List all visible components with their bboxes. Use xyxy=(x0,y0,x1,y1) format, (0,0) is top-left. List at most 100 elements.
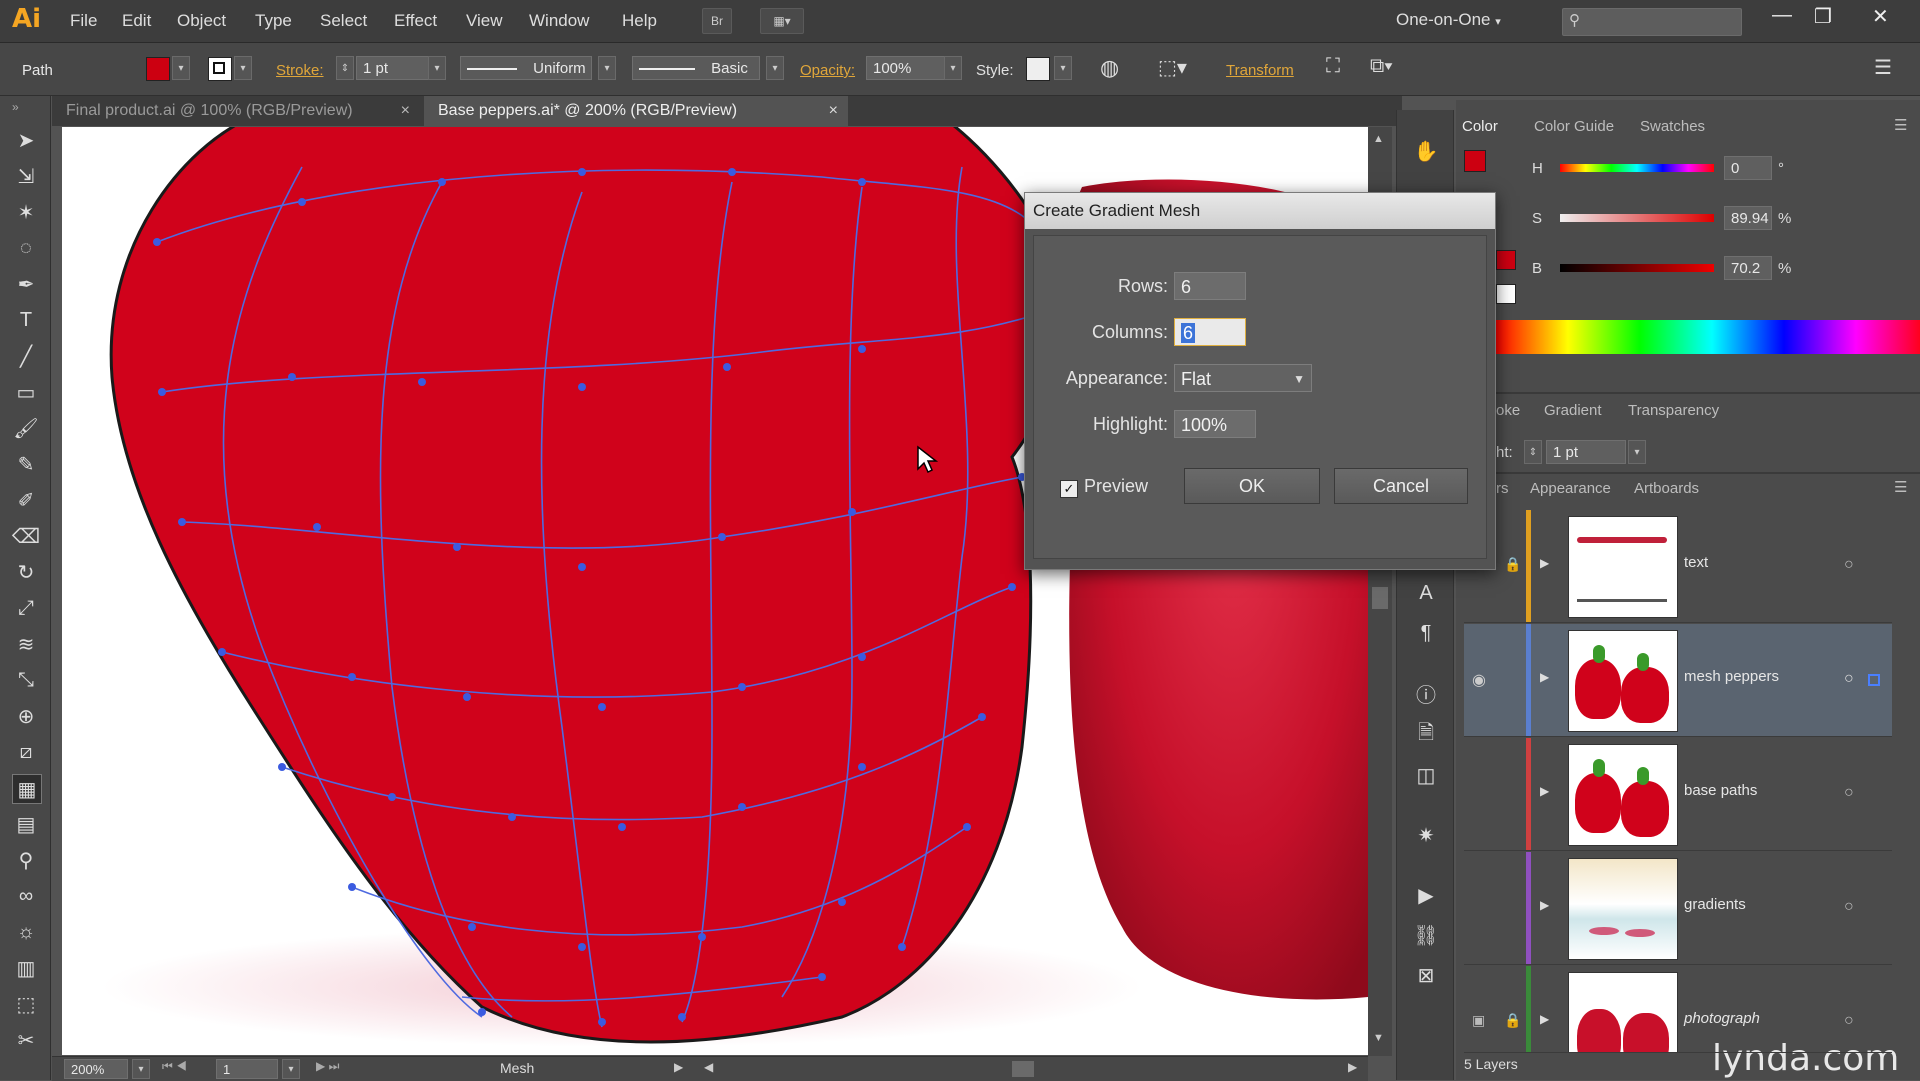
stroke-weight-panel-field[interactable]: 1 pt xyxy=(1546,440,1626,464)
appearance-select[interactable]: Flat ▼ xyxy=(1174,364,1312,392)
tab-artboards[interactable]: Artboards xyxy=(1634,480,1699,497)
blob-brush-icon[interactable]: ✐ xyxy=(12,486,40,514)
layer-row-gradients[interactable]: ▶ gradients ○ xyxy=(1464,852,1892,965)
collapse-tools-icon[interactable]: » xyxy=(12,100,19,114)
menu-window[interactable]: Window xyxy=(529,11,589,31)
zoom-dropdown[interactable]: ▾ xyxy=(132,1059,150,1079)
saturation-field[interactable]: 89.94 xyxy=(1724,206,1772,230)
search-input[interactable]: ⚲ xyxy=(1562,8,1742,36)
artboard-export-icon[interactable]: ⊠ xyxy=(1413,962,1439,988)
magic-wand-icon[interactable]: ✶ xyxy=(12,198,40,226)
info-icon[interactable]: ⓘ xyxy=(1413,680,1439,707)
graphic-style-swatch[interactable] xyxy=(1026,57,1050,81)
scroll-up-icon[interactable]: ▲ xyxy=(1373,133,1384,145)
expand-layer-icon[interactable]: ▶ xyxy=(1540,1012,1549,1026)
expand-layer-icon[interactable]: ▶ xyxy=(1540,898,1549,912)
artboard-number-field[interactable]: 1 xyxy=(216,1059,278,1079)
direct-selection-icon[interactable]: ⇲ xyxy=(12,162,40,190)
menu-select[interactable]: Select xyxy=(320,11,367,31)
links-icon[interactable]: ⛓ xyxy=(1413,922,1439,948)
stroke-label[interactable]: Stroke: xyxy=(276,62,324,79)
horizontal-scroll-thumb[interactable] xyxy=(1012,1061,1034,1077)
brush-definition[interactable]: Basic xyxy=(632,56,760,80)
type-icon[interactable]: T xyxy=(12,306,40,334)
ok-button[interactable]: OK xyxy=(1184,468,1320,504)
brightness-field[interactable]: 70.2 xyxy=(1724,256,1772,280)
layer-row-photograph[interactable]: ▣ 🔒 ▶ photograph ○ xyxy=(1464,966,1892,1053)
layers-menu-icon[interactable]: ☰ xyxy=(1894,478,1907,496)
width-icon[interactable]: ≋ xyxy=(12,630,40,658)
variable-width-profile[interactable]: Uniform xyxy=(460,56,592,80)
target-icon[interactable]: ○ xyxy=(1844,898,1854,916)
menu-help[interactable]: Help xyxy=(622,11,657,31)
scroll-left-icon[interactable]: ◀ xyxy=(704,1060,713,1074)
profile-dropdown[interactable]: ▾ xyxy=(598,56,616,80)
highlight-field[interactable]: 100% xyxy=(1174,410,1256,438)
tab-transparency[interactable]: Transparency xyxy=(1628,402,1719,419)
cancel-button[interactable]: Cancel xyxy=(1334,468,1468,504)
layer-row-mesh-peppers[interactable]: ◉ ▶ mesh peppers ○ xyxy=(1464,624,1892,737)
white-swatch[interactable] xyxy=(1496,284,1516,304)
visibility-eye-icon[interactable]: ◉ xyxy=(1472,670,1486,690)
rotate-icon[interactable]: ↻ xyxy=(12,558,40,586)
menu-type[interactable]: Type xyxy=(255,11,292,31)
recolor-artwork-icon[interactable]: ◍ xyxy=(1100,55,1119,81)
menu-effect[interactable]: Effect xyxy=(394,11,437,31)
scroll-thumb[interactable] xyxy=(1372,587,1388,609)
brightness-slider[interactable] xyxy=(1560,264,1714,272)
hue-slider[interactable] xyxy=(1560,164,1714,172)
color-fill-swatch[interactable] xyxy=(1464,150,1486,172)
document-info-icon[interactable]: 🗎 xyxy=(1413,722,1439,748)
graph-icon[interactable]: ▥ xyxy=(12,954,40,982)
close-button[interactable]: ✕ xyxy=(1872,4,1889,29)
mesh-icon[interactable]: ▦ xyxy=(12,774,42,804)
last-artboard-icon[interactable]: ▶ ⏭ xyxy=(316,1059,339,1074)
tab-layers[interactable]: rs xyxy=(1496,480,1509,497)
stroke-weight-panel-stepper[interactable]: ⇕ xyxy=(1524,440,1542,464)
close-icon[interactable]: × xyxy=(829,96,838,126)
style-dropdown[interactable]: ▾ xyxy=(1054,56,1072,80)
transform-link[interactable]: Transform xyxy=(1226,62,1294,79)
stroke-weight-stepper[interactable]: ⇕ xyxy=(336,56,354,80)
character-panel-icon[interactable]: A xyxy=(1413,580,1439,606)
menu-edit[interactable]: Edit xyxy=(122,11,151,31)
isolate-icon[interactable]: ⛶ xyxy=(1326,55,1340,78)
scroll-right-icon[interactable]: ▶ xyxy=(1348,1060,1357,1074)
layer-row-text[interactable]: 🔒 ▶ text ○ xyxy=(1464,510,1892,623)
expand-layer-icon[interactable]: ▶ xyxy=(1540,784,1549,798)
menu-view[interactable]: View xyxy=(466,11,503,31)
image-trace-icon[interactable]: ◫ xyxy=(1413,762,1439,788)
lasso-icon[interactable]: ◌ xyxy=(12,234,40,262)
lock-icon[interactable]: 🔒 xyxy=(1504,556,1521,573)
workspace-switcher[interactable]: One-on-One ▾ xyxy=(1396,10,1501,30)
hand-tool-icon[interactable]: ✋ xyxy=(1413,138,1439,164)
stroke-weight-panel-dropdown[interactable]: ▾ xyxy=(1628,440,1646,464)
tab-stroke[interactable]: oke xyxy=(1496,402,1520,419)
panel-menu-icon[interactable]: ☰ xyxy=(1894,116,1907,134)
target-icon[interactable]: ○ xyxy=(1844,1012,1854,1030)
rectangle-icon[interactable]: ▭ xyxy=(12,378,40,406)
shape-builder-icon[interactable]: ⊕ xyxy=(12,702,40,730)
menu-file[interactable]: File xyxy=(70,11,97,31)
template-layer-icon[interactable]: ▣ xyxy=(1472,1012,1485,1029)
preview-checkbox[interactable]: ✓ xyxy=(1060,480,1078,498)
rows-field[interactable]: 6 xyxy=(1174,272,1246,300)
scroll-down-icon[interactable]: ▼ xyxy=(1373,1032,1384,1044)
align-options-icon[interactable]: ⬚▾ xyxy=(1158,55,1187,80)
paragraph-panel-icon[interactable]: ¶ xyxy=(1413,620,1439,646)
blend-icon[interactable]: ∞ xyxy=(12,882,40,910)
slice-icon[interactable]: ✂ xyxy=(12,1026,40,1054)
eyedropper-icon[interactable]: ⚲ xyxy=(12,846,40,874)
expand-layer-icon[interactable]: ▶ xyxy=(1540,556,1549,570)
lock-icon[interactable]: 🔒 xyxy=(1504,1012,1521,1029)
color-spectrum-bar[interactable] xyxy=(1496,320,1920,354)
symbol-sprayer-icon[interactable]: ☼ xyxy=(12,918,40,946)
selection-indicator[interactable] xyxy=(1868,674,1880,686)
minimize-button[interactable]: — xyxy=(1772,4,1792,27)
menu-object[interactable]: Object xyxy=(177,11,226,31)
edit-envelope-icon[interactable]: ⧉▾ xyxy=(1370,55,1393,78)
gradient-icon[interactable]: ▤ xyxy=(12,810,40,838)
status-menu-icon[interactable]: ▶ xyxy=(674,1060,683,1074)
target-icon[interactable]: ○ xyxy=(1844,556,1854,574)
tab-color[interactable]: Color xyxy=(1462,118,1498,135)
